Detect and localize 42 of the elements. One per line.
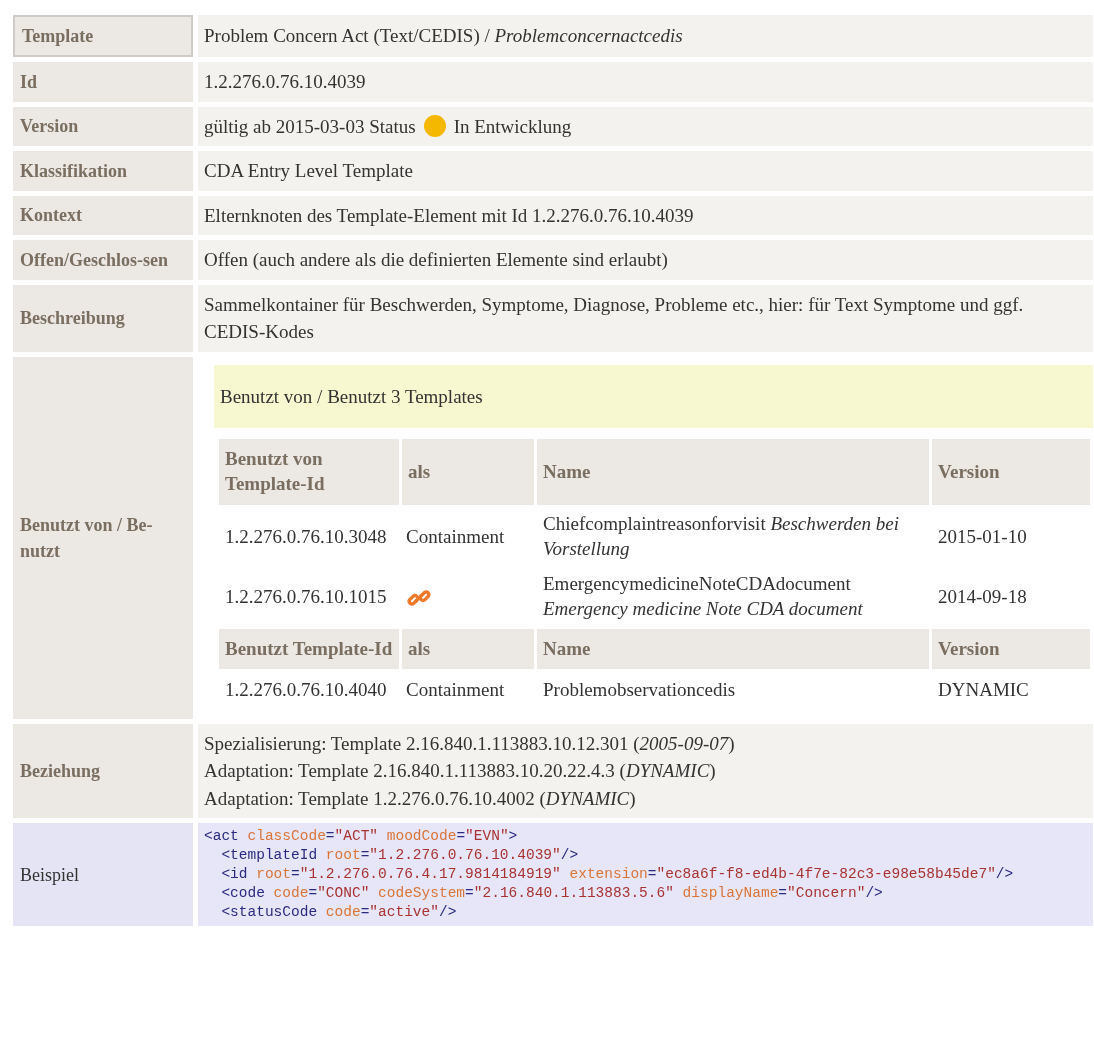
template-id-cell-text: 1.2.276.0.76.10.4040 — [224, 678, 388, 703]
field-label: Offen/Geschlos-sen — [20, 249, 169, 272]
field-label: Beispiel — [20, 863, 80, 887]
field-label: Beziehung — [20, 760, 101, 784]
relation-line: Adaptation: Template 1.2.276.0.76.10.4002 (DYNAMIC) — [204, 786, 637, 811]
usage-title: Benutzt von / Benutzt 3 Templates — [214, 364, 1093, 429]
version-cell-text: 2014-09-18 — [937, 585, 1028, 610]
field-label: Id — [20, 70, 38, 94]
column-header: Name — [537, 628, 929, 670]
field-label: Klassifikation — [20, 159, 129, 183]
column-header: als — [402, 628, 534, 670]
column-header: Benutzt Template-Id — [219, 628, 399, 670]
field-value: Offen (auch andere als die definierten Elemente sind erlaubt) — [204, 249, 668, 271]
relation-line: Spezialisierung: Template 2.16.840.1.113883.10.12.301 (2005-09-07) — [204, 731, 736, 756]
field-label: Template — [22, 25, 95, 48]
field-value: Problem Concern Act (Text/CEDIS) / Problemconcernactcedis — [204, 25, 683, 47]
relation-cell: Containment — [406, 679, 505, 701]
field-label: Benutzt von / Be-nutzt — [20, 513, 154, 563]
column-header: als — [402, 439, 534, 505]
field-label: Version — [20, 115, 80, 139]
column-header: Name — [537, 439, 929, 505]
template-name-cell: EmergencymedicineNoteCDAdocument Emergency medicine Note CDA document — [543, 573, 863, 619]
status-text: In Entwicklung — [453, 114, 572, 139]
column-header: Benutzt von Template-Id — [219, 439, 399, 505]
field-value: Elternknoten des Template-Element mit Id 1.2.276.0.76.10.4039 — [204, 204, 694, 226]
template-name-cell: Problemobservationcedis — [543, 678, 736, 700]
template-id-cell-text: 1.2.276.0.76.10.3048 — [224, 524, 388, 549]
template-name-cell: Chiefcomplaintreasonforvisit Beschwerden bei Vorstellung — [543, 512, 899, 559]
field-value: CDA Entry Level Template — [204, 160, 413, 182]
field-label: Kontext — [20, 204, 83, 228]
column-header: Version — [932, 439, 1090, 505]
relation-line: Adaptation: Template 2.16.840.1.113883.10.20.22.4.3 (DYNAMIC) — [204, 759, 717, 784]
field-value: Sammelkontainer für Beschwerden, Symptome, Diagnose, Probleme etc., hier: für Text Symptome und ggf. CEDIS-Kodes — [204, 293, 1024, 343]
field-value: 1.2.276.0.76.10.4039 — [204, 71, 366, 93]
field-value: gültig ab 2015-03-03 Status — [204, 114, 416, 139]
column-header: Version — [932, 628, 1090, 670]
code-example: <act classCode="ACT" moodCode="EVN"> <templateId root="1.2.276.0.76.10.4039"/> <id root="1.2.276.0.76.4.17.9814184919" extension="ec8a6f-f8-ed4b-4f7e-82c3-e98e58b45de7"/> <code code="CONC" codeSystem="2.16.840.1.113883.5.6" displayName="Concern"/> <statusCode code="active"/> — [204, 827, 1015, 922]
version-cell-text: DYNAMIC — [937, 678, 1030, 703]
template-id-cell-text: 1.2.276.0.76.10.1015 — [224, 585, 388, 610]
field-label: Beschreibung — [20, 307, 126, 331]
relation-cell: Containment — [406, 525, 505, 547]
version-cell-text: 2015-01-10 — [937, 524, 1028, 549]
